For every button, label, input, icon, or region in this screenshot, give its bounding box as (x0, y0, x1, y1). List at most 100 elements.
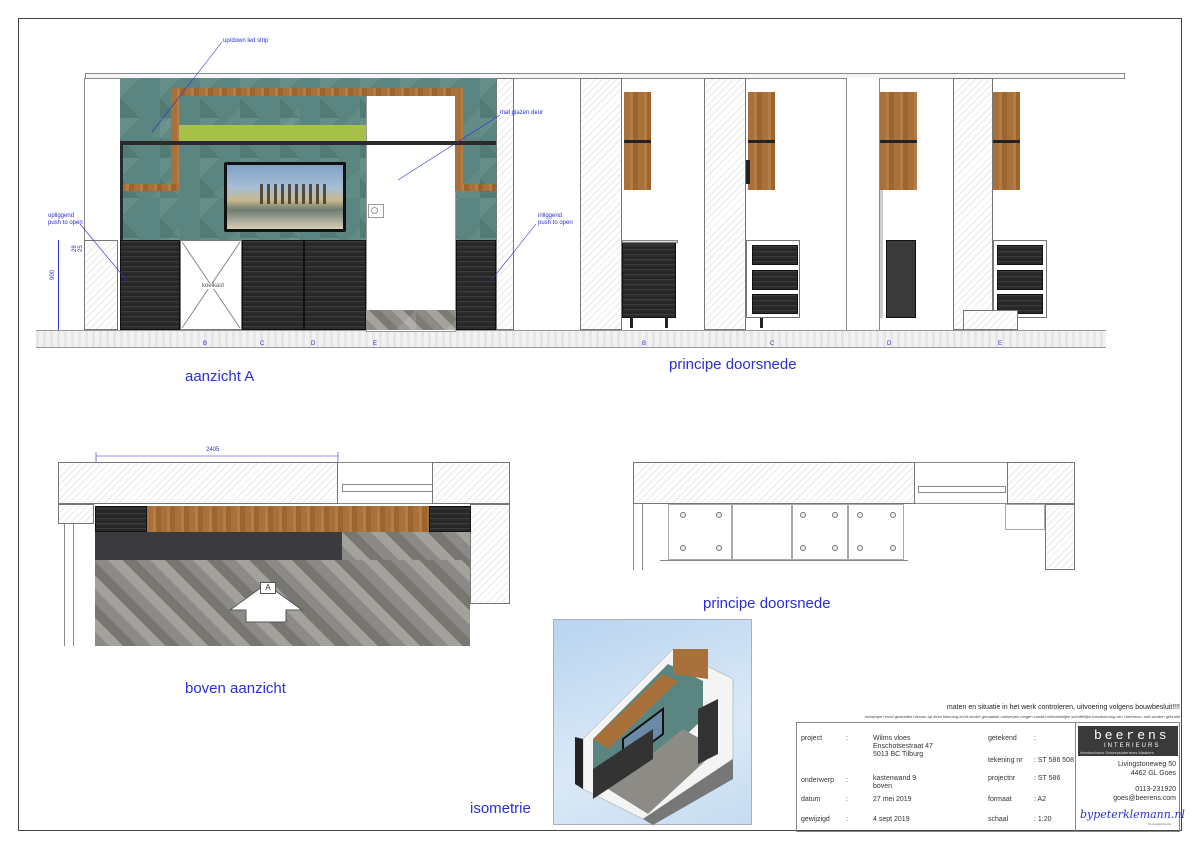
tb-value: kastenwand 9 boven (873, 775, 917, 790)
section-letter: D (311, 341, 316, 347)
isometrie-title: isometrie (470, 800, 531, 817)
logo-text: beerens (1094, 728, 1170, 743)
right-push-note: inliggend push to open (538, 213, 573, 226)
tb-sep2: : (1034, 735, 1036, 742)
view-marker-a: A (260, 582, 276, 594)
boven-glass-door (342, 484, 434, 492)
tb-label: gewijzigd (801, 816, 830, 823)
doorsnede-title-top: principe doorsnede (669, 356, 797, 373)
section-letter: D (887, 341, 892, 347)
address-line-2: 4462 GL Goes (1130, 770, 1176, 777)
hinge-icon (890, 512, 896, 518)
tb-value2: : A2 (1034, 796, 1047, 803)
hinge-icon (832, 545, 838, 551)
section-d-panel (880, 190, 883, 318)
aanzicht-title: aanzicht A (185, 368, 255, 385)
section-letter: E (998, 341, 1003, 347)
plan-cabinet (848, 504, 904, 560)
section-c-oak-divider (748, 140, 775, 143)
tb-label: onderwerp (801, 777, 835, 784)
hinge-icon (716, 545, 722, 551)
warning-main: maten en situatie in het werk controlere… (946, 704, 1180, 711)
tb-value2: : ST 586 508 (1034, 757, 1074, 764)
boven-wall-top (58, 462, 338, 504)
address-line-1: Livingstoneweg 50 (1118, 761, 1176, 768)
section-b-wall (580, 78, 622, 330)
logo-sub: INTERIEURS (1104, 743, 1161, 749)
hinge-icon (680, 545, 686, 551)
section-c-wall (704, 78, 746, 330)
boven-door-opening (338, 462, 433, 504)
plan-door-opening (915, 462, 1007, 504)
designer-signature: bypeterklemann.nl (1080, 808, 1185, 821)
tb-label2: formaat (988, 796, 1012, 803)
designer-signature-sub: NL design/interior (1148, 822, 1172, 826)
boven-cabinet-right (429, 506, 471, 532)
email: goes@beerens.com (1113, 795, 1176, 802)
boven-wall-right (432, 462, 510, 504)
section-c-tv-edge (746, 160, 750, 184)
section-b-cabinet (622, 242, 676, 318)
plan-wall-right-lower (1045, 504, 1075, 570)
boven-wall-right-lower (470, 504, 510, 604)
hinge-icon (832, 512, 838, 518)
section-e-wall (953, 78, 993, 330)
tb-sep: : (846, 796, 848, 803)
section-c-drawer (752, 294, 798, 314)
section-letter: E (373, 341, 378, 347)
tb-value: Wilms vloes Enschotsestraat 47 5013 BC T… (873, 735, 933, 758)
section-b-leg (665, 318, 668, 328)
section-letter: B (642, 341, 647, 347)
tb-sep: : (846, 735, 848, 742)
hinge-icon (857, 512, 863, 518)
logo-tags: Interieurbouw Scheepsinterieurs Maakers (1080, 750, 1154, 755)
section-letter: B (203, 341, 208, 347)
tb-value2: : 1:20 (1034, 816, 1052, 823)
tb-label2: schaal (988, 816, 1009, 823)
tb-sep: : (846, 777, 848, 784)
isometric-room-render (575, 648, 734, 825)
section-e-oak-divider (993, 140, 1020, 143)
section-e-drawer (997, 270, 1043, 290)
boven-left-reveal (64, 524, 74, 646)
plan-cabinet (668, 504, 732, 560)
boven-wall-left (58, 504, 94, 524)
section-b-top (622, 240, 678, 243)
boven-herringbone-floor-upper (342, 532, 470, 560)
section-c-drawer (752, 245, 798, 265)
plan-plinth-line (660, 560, 908, 571)
tb-label2: projectnr (988, 775, 1016, 782)
hinge-icon (800, 545, 806, 551)
boven-oak-worktop (147, 506, 429, 532)
section-d-wall (846, 78, 880, 330)
boven-title: boven aanzicht (185, 680, 286, 697)
boven-cabinet-left (95, 506, 147, 532)
section-c-leg (760, 318, 763, 328)
tb-label2: getekend (988, 735, 1017, 742)
hinge-icon (716, 512, 722, 518)
glass-door-note: mat glazen deur (500, 110, 544, 116)
tb-label: datum (801, 796, 821, 803)
section-d-oak-divider (880, 140, 917, 143)
doorsnede-title-bottom: principe doorsnede (703, 595, 831, 612)
hinge-icon (890, 545, 896, 551)
hinge-icon (680, 512, 686, 518)
tb-value: 27 mei 2019 (873, 796, 912, 803)
hinge-icon (800, 512, 806, 518)
section-b-leg (630, 318, 633, 328)
plan-wall-top (633, 462, 915, 504)
section-c-drawer (752, 270, 798, 290)
phone: 0113-231920 (1135, 786, 1176, 793)
boven-dark-counter (95, 532, 342, 560)
dim-2405-label: 2405 (206, 447, 220, 453)
section-b-oak-divider (624, 140, 651, 143)
section-d-cabinet (886, 240, 916, 318)
left-push-note: opliggend push to open (48, 213, 83, 226)
warning-small: ontwerpen en/of gedeelten hiervan op dez… (864, 714, 1180, 719)
tb-value2: : ST 586 (1034, 775, 1061, 782)
beerens-logo: beerens INTERIEURS Interieurbouw Scheeps… (1078, 726, 1178, 756)
tb-label2: tekening nr (988, 757, 1023, 764)
plan-cabinet (732, 504, 792, 560)
hinge-icon (857, 545, 863, 551)
section-letter: C (770, 341, 775, 347)
